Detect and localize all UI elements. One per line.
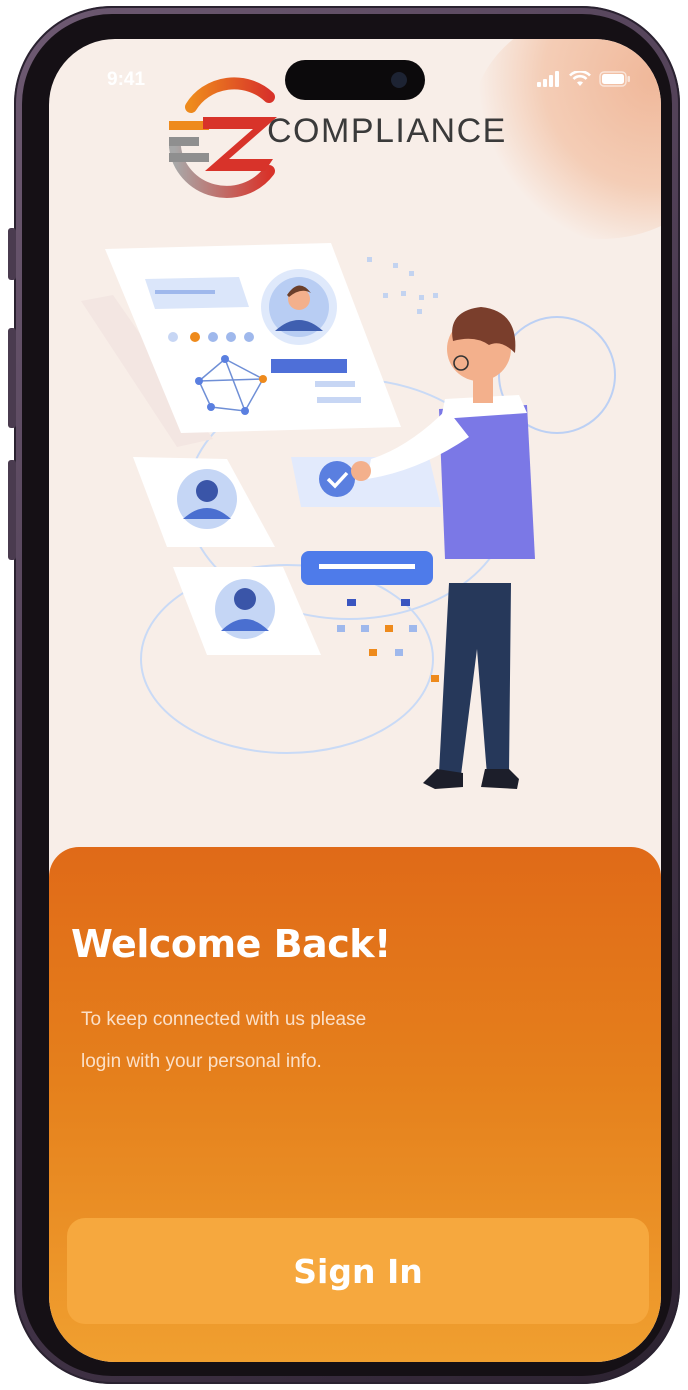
status-icons (537, 71, 631, 87)
dynamic-island (285, 60, 425, 100)
person-dashboard-illustration (81, 243, 616, 789)
wifi-icon (569, 71, 591, 86)
volume-up-button (8, 328, 16, 428)
welcome-subtitle: To keep connected with us please login w… (81, 999, 441, 1083)
welcome-title: Welcome Back! (71, 922, 391, 966)
square-pattern (337, 599, 439, 682)
checkmark-icon (319, 461, 355, 497)
logo-wordmark: COMPLIANCE (267, 112, 507, 150)
front-camera (391, 72, 407, 88)
welcome-subtitle-line-2: login with your personal info. (81, 1051, 322, 1072)
status-time: 9:41 (107, 69, 146, 90)
app-screen: 9:41 COMPLIANCE Welcome Back! To keep co… (49, 39, 661, 1362)
dot-pattern (367, 257, 438, 314)
welcome-subtitle-line-1: To keep connected with us please (81, 1009, 367, 1030)
welcome-panel: Welcome Back! To keep connected with us … (49, 847, 661, 1362)
mute-switch (8, 228, 16, 280)
ez-logo-mark (169, 77, 277, 198)
battery-icon (599, 71, 630, 87)
sign-in-button[interactable]: Sign In (67, 1218, 649, 1324)
volume-down-button (8, 460, 16, 560)
